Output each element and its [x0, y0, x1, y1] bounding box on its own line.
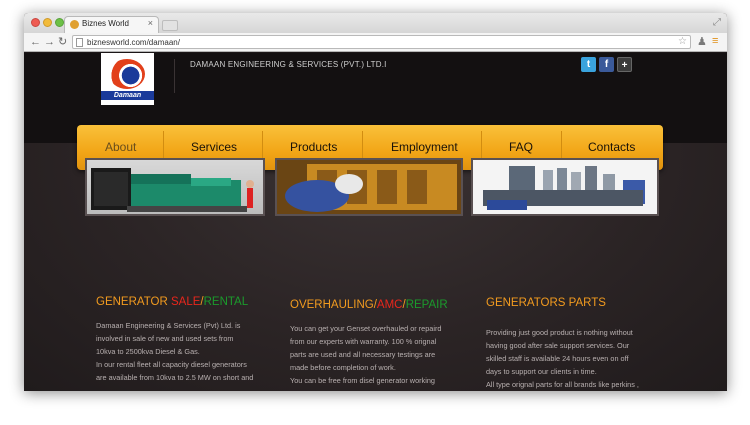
section-heading-generator-parts: GENERATORS PARTS	[486, 297, 606, 309]
browser-tab[interactable]: Biznes World ×	[64, 16, 159, 33]
text-line: All type orignal parts for all brands li…	[486, 380, 639, 389]
twitter-icon[interactable]: t	[581, 57, 596, 72]
heading-part[interactable]: GENERATORS PARTS	[486, 297, 606, 309]
text-line: are available from 10kva to 2.5 MW on sh…	[96, 373, 254, 382]
address-bar[interactable]: biznesworld.com/damaan/ ☆	[72, 35, 691, 49]
tab-title: Biznes World	[82, 19, 129, 28]
text-line: In our rental fleet all capacity diesel …	[96, 360, 247, 369]
overhauling-image[interactable]	[275, 158, 463, 216]
text-line: from our experts with warranty. 100 % or…	[290, 337, 437, 346]
back-icon[interactable]: ←	[30, 36, 41, 48]
favicon-icon	[70, 20, 79, 29]
browser-toolbar: ← → ↻ biznesworld.com/damaan/ ☆ ♟ ≡	[24, 33, 727, 52]
heading-part[interactable]: REPAIR	[406, 299, 448, 311]
text-line: parts are used and all necessary testing…	[290, 350, 436, 359]
facebook-icon[interactable]: f	[599, 57, 614, 72]
header-divider	[174, 59, 175, 93]
zoom-window-button[interactable]	[55, 18, 64, 27]
google-plus-icon[interactable]: +	[617, 57, 632, 72]
extension-icon[interactable]: ♟	[697, 35, 707, 48]
generator-illustration	[91, 168, 254, 212]
text-line: days to support our clients in time.	[486, 367, 597, 376]
new-tab-button[interactable]	[162, 20, 178, 31]
heading-part: GENERATOR	[96, 296, 171, 308]
heading-part[interactable]: SALE	[171, 296, 200, 308]
heading-part[interactable]: AMC	[377, 299, 403, 311]
generator-sale-image[interactable]	[85, 158, 265, 216]
company-logo[interactable]: Damaan	[101, 53, 154, 105]
text-line: Damaan Engineering & Services (Pvt) Ltd.…	[96, 321, 241, 330]
tab-close-icon[interactable]: ×	[148, 18, 153, 28]
engine-repair-illustration	[277, 160, 461, 214]
browser-window: Biznes World × ⤢ ← → ↻ biznesworld.com/d…	[24, 13, 727, 391]
heading-part[interactable]: OVERHAULING	[290, 299, 374, 311]
section-heading-generator-sale: GENERATOR SALE/RENTAL	[96, 296, 248, 308]
logo-text: Damaan	[101, 91, 154, 100]
text-line: having good after sale support services.…	[486, 341, 630, 350]
fullscreen-icon[interactable]: ⤢	[713, 17, 721, 28]
company-name: DAMAAN ENGINEERING & SERVICES (PVT.) LTD…	[190, 60, 387, 69]
section-text-generator-parts: Providing just good product is nothing w…	[486, 326, 676, 391]
close-window-button[interactable]	[31, 18, 40, 27]
section-heading-overhauling: OVERHAULING/AMC/REPAIR	[290, 299, 448, 311]
url-text: biznesworld.com/damaan/	[87, 38, 180, 47]
title-bar: Biznes World × ⤢	[24, 13, 727, 33]
generator-parts-image[interactable]	[471, 158, 659, 216]
forward-icon[interactable]: →	[44, 36, 55, 48]
text-line: 10kva to 2500kva Diesel & Gas.	[96, 347, 200, 356]
text-line: Providing just good product is nothing w…	[486, 328, 633, 337]
parts-illustration	[473, 160, 657, 214]
menu-icon[interactable]: ≡	[712, 35, 718, 47]
web-page: Damaan DAMAAN ENGINEERING & SERVICES (PV…	[24, 53, 727, 391]
section-text-generator-sale: Damaan Engineering & Services (Pvt) Ltd.…	[96, 319, 281, 384]
heading-part[interactable]: RENTAL	[204, 296, 249, 308]
text-line: made before completion of work.	[290, 363, 396, 372]
logo-emblem-icon	[109, 59, 145, 89]
bookmark-star-icon[interactable]: ☆	[678, 36, 687, 47]
section-text-overhauling: You can get your Genset overhauled or re…	[290, 322, 475, 387]
text-line: You can be free from disel generator wor…	[290, 376, 435, 385]
text-line: skilled staff is available 24 hours even…	[486, 354, 629, 363]
reload-icon[interactable]: ↻	[58, 36, 67, 48]
text-line: involved in sale of new and used sets fr…	[96, 334, 234, 343]
minimize-window-button[interactable]	[43, 18, 52, 27]
text-line: You can get your Genset overhauled or re…	[290, 324, 442, 333]
page-icon	[76, 38, 83, 47]
